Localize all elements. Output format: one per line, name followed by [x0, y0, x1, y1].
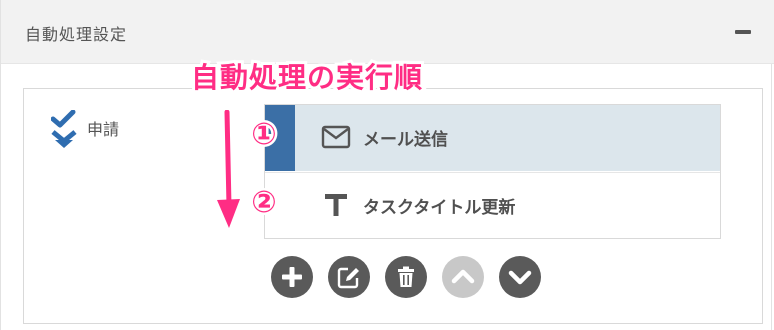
trash-icon: [398, 266, 414, 287]
auto-process-panel: 自動処理設定 申請 メール送信 タスクタイトル更新 自動処理の実行順 ① ②: [0, 0, 774, 330]
action-label-mail: メール送信: [363, 130, 448, 150]
text-t-icon: [325, 194, 347, 216]
action-item-task-title[interactable]: タスクタイトル更新: [265, 172, 720, 239]
collapse-button[interactable]: [733, 22, 753, 42]
edit-action-button[interactable]: [328, 256, 370, 298]
step-badge-1: ①: [249, 115, 279, 154]
move-down-button[interactable]: [499, 256, 541, 298]
double-check-down-icon: [51, 110, 77, 148]
panel-title: 自動処理設定: [25, 25, 128, 44]
trigger-label: 申請: [87, 120, 120, 139]
add-action-button[interactable]: [271, 256, 313, 298]
delete-action-button[interactable]: [385, 256, 427, 298]
minus-icon: [735, 30, 751, 34]
annotation-title: 自動処理の実行順: [188, 58, 425, 97]
chevron-up-icon: [451, 269, 475, 284]
move-up-button[interactable]: [442, 256, 484, 298]
arrow-down-icon: [217, 110, 240, 228]
edit-icon: [337, 267, 359, 289]
action-label-task-title: タスクタイトル更新: [363, 198, 516, 218]
envelope-icon: [321, 125, 351, 149]
panel-header: 自動処理設定: [1, 0, 774, 64]
plus-icon: [282, 267, 302, 287]
action-item-mail[interactable]: メール送信: [265, 105, 720, 171]
step-badge-2: ②: [249, 183, 279, 222]
action-list: メール送信 タスクタイトル更新: [264, 104, 721, 239]
chevron-down-icon: [508, 270, 532, 285]
